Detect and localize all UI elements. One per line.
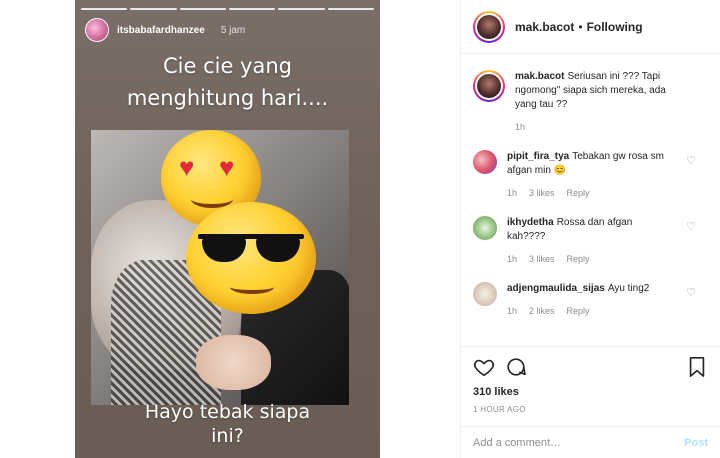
story-bottom-line1: Hayo tebak siapa — [144, 401, 311, 423]
commenter-avatar[interactable] — [473, 150, 497, 174]
commenter-avatar[interactable] — [473, 282, 497, 306]
story-viewer[interactable]: itsbabafardhanzee 5 jam Cie cie yang men… — [75, 0, 380, 458]
caption-avatar[interactable] — [477, 74, 501, 98]
post-actions — [473, 352, 708, 382]
caption-comment: mak.bacot Seriusan ini ??? Tapi ngomong" … — [473, 70, 708, 134]
story-caption: Cie cie yang menghitung hari.... — [75, 50, 380, 114]
story-username[interactable]: itsbabafardhanzee — [117, 25, 205, 36]
actions-divider — [461, 346, 720, 347]
add-comment-bar: Post — [461, 426, 720, 458]
header-separator: • — [578, 19, 583, 34]
comment-like-heart-icon[interactable]: ♡ — [686, 286, 696, 299]
story-time: 5 jam — [220, 24, 246, 36]
likes-count[interactable]: 310 likes — [473, 386, 519, 398]
caption-avatar-ring[interactable] — [473, 70, 505, 102]
bookmark-icon[interactable] — [686, 356, 708, 378]
comment-age: 1h — [515, 122, 526, 132]
comment-like-heart-icon[interactable]: ♡ — [686, 154, 696, 167]
story-progress-bar — [81, 8, 374, 10]
heart-eye-left-icon: ♥ — [179, 152, 195, 182]
comment-likes[interactable]: 3 likes — [529, 186, 555, 200]
comment-username[interactable]: ikhydetha — [507, 217, 554, 228]
story-photo: ♥ ♥ — [91, 130, 349, 405]
author-avatar-ring[interactable] — [473, 10, 505, 43]
heart-icon[interactable] — [473, 356, 495, 378]
posted-time: 1 HOUR AGO — [473, 405, 526, 414]
story-bottom-text: Hayo tebak siapa ini? — [75, 400, 380, 448]
follow-status-button[interactable]: Following — [587, 20, 643, 34]
post-header: mak.bacot • Following — [461, 0, 720, 54]
reply-button[interactable]: Reply — [567, 252, 590, 266]
comment-age: 1h — [507, 306, 518, 316]
comment-likes[interactable]: 3 likes — [529, 252, 555, 266]
comment-likes[interactable]: 2 likes — [529, 304, 555, 318]
comment-item: ikhydetha Rossa dan afgan kah???? 1h 3 li… — [473, 216, 708, 266]
comment-bubble-icon[interactable] — [505, 356, 527, 378]
story-caption-line1: Cie cie yang — [162, 54, 292, 78]
hands — [196, 335, 271, 390]
post-side-panel: mak.bacot • Following mak.bacot Seriusan … — [460, 0, 720, 458]
commenter-avatar[interactable] — [473, 216, 497, 240]
reply-button[interactable]: Reply — [567, 304, 590, 318]
comment-item: adjengmaulida_sijas Ayu ting2 1h 2 likes … — [473, 282, 708, 318]
heart-eye-right-icon: ♥ — [219, 152, 235, 182]
comment-like-heart-icon[interactable]: ♡ — [686, 220, 696, 233]
sunglasses-icon — [198, 230, 304, 262]
comment-age: 1h — [507, 188, 518, 198]
comments-list[interactable]: mak.bacot Seriusan ini ??? Tapi ngomong" … — [461, 54, 720, 346]
story-caption-line2: menghitung hari.... — [126, 86, 329, 110]
comment-username[interactable]: adjengmaulida_sijas — [507, 283, 605, 294]
sunglasses-emoji — [186, 202, 316, 314]
emoji-smile — [230, 280, 274, 294]
reply-button[interactable]: Reply — [567, 186, 590, 200]
comment-username[interactable]: pipit_fira_tya — [507, 151, 569, 162]
comment-item: pipit_fira_tya Tebakan gw rosa sm afgan m… — [473, 150, 708, 200]
comment-age: 1h — [507, 254, 518, 264]
story-bottom-line2: ini? — [211, 425, 244, 447]
post-comment-button[interactable]: Post — [684, 437, 708, 449]
story-avatar[interactable] — [85, 18, 109, 42]
author-username[interactable]: mak.bacot — [515, 20, 574, 34]
story-header: itsbabafardhanzee 5 jam — [85, 18, 245, 42]
comment-username[interactable]: mak.bacot — [515, 71, 564, 82]
comment-text: Ayu ting2 — [607, 283, 650, 294]
add-comment-input[interactable] — [473, 436, 685, 449]
author-avatar[interactable] — [477, 14, 501, 39]
